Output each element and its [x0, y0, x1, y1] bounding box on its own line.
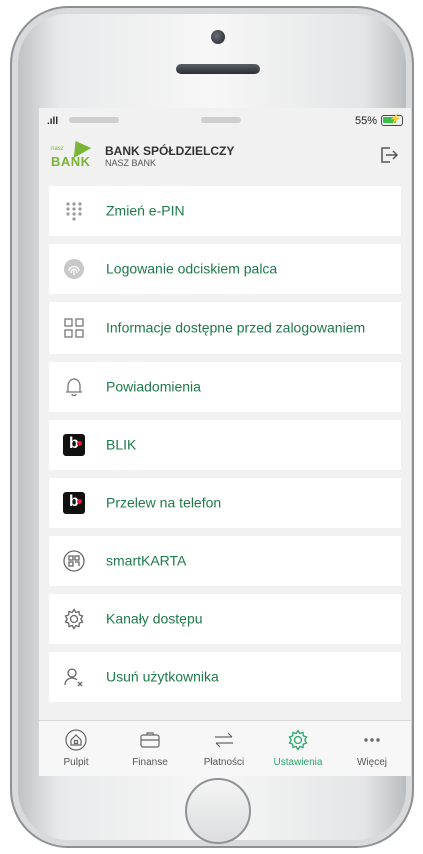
- menu-item-notifications[interactable]: Powiadomienia: [49, 362, 401, 412]
- status-bar: .ıll 55% ⚡: [39, 108, 411, 136]
- menu-item-smartkarta[interactable]: smartKARTA: [49, 536, 401, 586]
- settings-menu: Zmień e-PIN Logowanie odciskiem palca In…: [49, 186, 401, 710]
- tab-label: Płatności: [203, 757, 245, 768]
- grid-icon: [63, 317, 85, 339]
- tab-label: Ustawienia: [273, 757, 323, 768]
- tab-label: Pulpit: [63, 757, 89, 768]
- more-icon: [361, 729, 383, 751]
- menu-item-remove-user[interactable]: Usuń użytkownika: [49, 652, 401, 702]
- menu-item-label: Powiadomienia: [106, 378, 201, 395]
- menu-item-blik[interactable]: b BLIK: [49, 420, 401, 470]
- logout-icon[interactable]: [377, 144, 399, 166]
- bell-icon: [63, 376, 85, 398]
- tab-platnosci[interactable]: Płatności: [187, 721, 261, 776]
- carrier-placeholder: [69, 117, 119, 123]
- camera-icon: [211, 30, 225, 44]
- tab-pulpit[interactable]: Pulpit: [39, 721, 113, 776]
- bank-logo: nasz BANK: [51, 135, 95, 170]
- remove-user-icon: [63, 666, 85, 688]
- menu-item-pre-login-info[interactable]: Informacje dostępne przed zalogowaniem: [49, 302, 401, 354]
- menu-item-change-epin[interactable]: Zmień e-PIN: [49, 186, 401, 236]
- battery-icon: ⚡: [381, 114, 403, 126]
- menu-item-label: Przelew na telefon: [106, 494, 222, 511]
- app-header: nasz BANK BANK SPÓŁDZIELCZY NASZ BANK: [39, 135, 411, 178]
- speaker-grille: [176, 64, 260, 74]
- tab-label: Więcej: [356, 757, 387, 768]
- battery-percent: 55%: [354, 115, 377, 127]
- signal-icon: .ıll: [47, 116, 59, 127]
- menu-item-access-channels[interactable]: Kanały dostępu: [49, 594, 401, 644]
- blik-icon: b: [63, 492, 85, 514]
- menu-item-fingerprint-login[interactable]: Logowanie odciskiem palca: [49, 244, 401, 294]
- blik-icon: b: [63, 434, 85, 456]
- bank-subtitle: NASZ BANK: [105, 158, 157, 168]
- bank-name: BANK SPÓŁDZIELCZY: [105, 144, 235, 158]
- gear-icon: [287, 729, 309, 751]
- menu-item-label: smartKARTA: [106, 552, 187, 569]
- app-screen: .ıll 55% ⚡ nasz BANK BANK SPÓŁDZIELCZY N…: [39, 108, 411, 776]
- menu-item-label: Zmień e-PIN: [106, 202, 185, 219]
- menu-item-label: Informacje dostępne przed zalogowaniem: [106, 319, 366, 336]
- home-icon: [65, 729, 87, 751]
- fingerprint-icon: [63, 258, 85, 280]
- wallet-icon: [139, 729, 161, 751]
- menu-item-label: Usuń użytkownika: [106, 668, 219, 685]
- tab-wiecej[interactable]: Więcej: [335, 721, 409, 776]
- menu-item-label: BLIK: [106, 436, 137, 453]
- home-button[interactable]: [185, 778, 251, 844]
- phone-frame: .ıll 55% ⚡ nasz BANK BANK SPÓŁDZIELCZY N…: [10, 6, 414, 848]
- keypad-icon: [63, 200, 85, 222]
- menu-item-phone-transfer[interactable]: b Przelew na telefon: [49, 478, 401, 528]
- transfer-icon: [213, 729, 235, 751]
- tab-label: Finanse: [132, 757, 168, 768]
- time-placeholder: [201, 117, 241, 123]
- tab-ustawienia[interactable]: Ustawienia: [261, 721, 335, 776]
- qr-icon: [63, 550, 85, 572]
- bottom-tab-bar: Pulpit Finanse Płatności Ustawienia Więc…: [39, 720, 411, 776]
- menu-item-label: Kanały dostępu: [106, 610, 203, 627]
- tab-finanse[interactable]: Finanse: [113, 721, 187, 776]
- menu-item-label: Logowanie odciskiem palca: [106, 260, 278, 277]
- gear-icon: [63, 608, 85, 630]
